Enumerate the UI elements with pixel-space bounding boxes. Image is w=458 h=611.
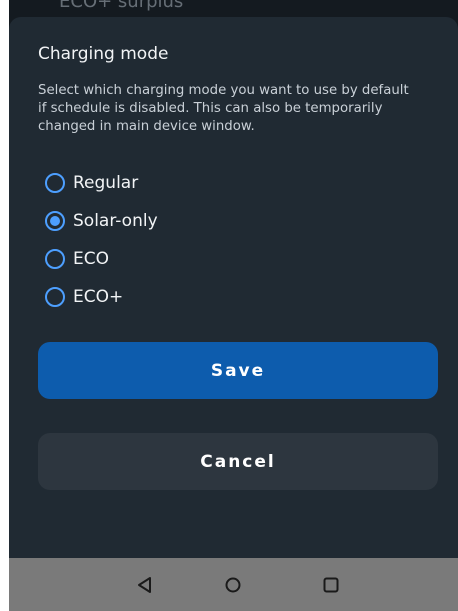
background-option-label: ECO+ surplus	[59, 0, 184, 12]
option-label: Regular	[73, 173, 139, 193]
save-button[interactable]: Save	[38, 342, 438, 399]
option-label: ECO+	[73, 287, 124, 307]
back-triangle-icon[interactable]	[133, 573, 157, 597]
option-solar-only[interactable]: Solar-only	[45, 207, 158, 235]
radio-unchecked-icon[interactable]	[45, 287, 65, 307]
cancel-button[interactable]: Cancel	[38, 433, 438, 490]
option-label: Solar-only	[73, 211, 158, 231]
option-eco[interactable]: ECO	[45, 245, 109, 273]
phone-screen: ECO+ surplus Charging mode Select which …	[9, 0, 458, 611]
dialog-title: Charging mode	[38, 44, 169, 64]
option-regular[interactable]: Regular	[45, 169, 138, 197]
dialog-description: Select which charging mode you want to u…	[38, 83, 409, 134]
radio-unchecked-icon[interactable]	[45, 173, 65, 193]
radio-checked-icon[interactable]	[45, 211, 65, 231]
system-navigation-bar	[9, 558, 458, 611]
home-circle-icon[interactable]	[221, 573, 245, 597]
recents-square-icon[interactable]	[319, 573, 343, 597]
charging-mode-dialog: Charging mode Select which charging mode…	[9, 17, 458, 558]
radio-unchecked-icon[interactable]	[45, 249, 65, 269]
option-label: ECO	[73, 249, 109, 269]
option-eco-plus[interactable]: ECO+	[45, 283, 123, 311]
